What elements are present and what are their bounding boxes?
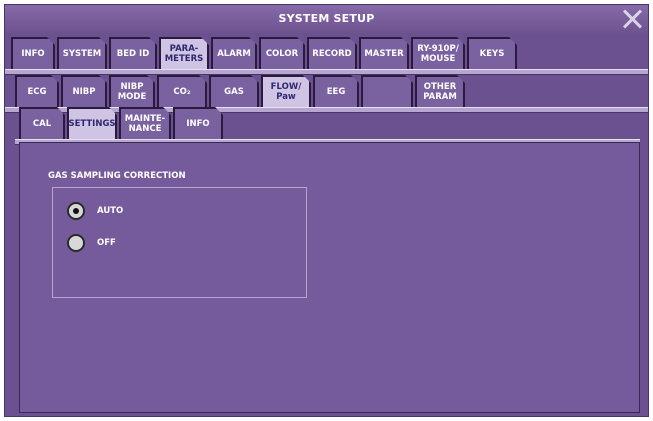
system-setup-window: SYSTEM SETUP INFO SYSTEM BED ID PARA- ME…	[4, 4, 649, 417]
tab-master[interactable]: MASTER	[359, 37, 409, 69]
tab-system[interactable]: SYSTEM	[57, 37, 107, 69]
tab-bed-id[interactable]: BED ID	[109, 37, 157, 69]
tab-record[interactable]: RECORD	[307, 37, 357, 69]
tab-nibp[interactable]: NIBP	[61, 75, 107, 107]
gas-sampling-title: GAS SAMPLING CORRECTION	[48, 171, 186, 181]
tab-other-param[interactable]: OTHER PARAM	[415, 75, 465, 107]
tab-blank[interactable]	[361, 75, 413, 107]
tab-cal[interactable]: CAL	[19, 107, 65, 139]
tab-flow-info[interactable]: INFO	[173, 107, 223, 139]
tab-maintenance[interactable]: MAINTE- NANCE	[119, 107, 171, 139]
tab-eeg[interactable]: EEG	[313, 75, 359, 107]
tab-color[interactable]: COLOR	[259, 37, 305, 69]
window-title: SYSTEM SETUP	[278, 12, 375, 25]
tab-nibp-mode[interactable]: NIBP MODE	[109, 75, 155, 107]
tab-parameters[interactable]: PARA- METERS	[159, 37, 209, 69]
tab-ry910p-mouse[interactable]: RY-910P/ MOUSE	[411, 37, 465, 69]
radio-auto-label: AUTO	[97, 206, 124, 216]
radio-auto-row[interactable]: AUTO	[67, 202, 123, 220]
close-icon[interactable]	[620, 7, 644, 31]
tab-row-flow: CAL SETTINGS MAINTE- NANCE INFO	[19, 107, 225, 139]
tab-co2[interactable]: CO₂	[157, 75, 207, 107]
tab-keys[interactable]: KEYS	[467, 37, 517, 69]
tab-flow-paw[interactable]: FLOW/ Paw	[261, 75, 311, 107]
tab-gas[interactable]: GAS	[209, 75, 259, 107]
radio-off[interactable]	[67, 234, 85, 252]
settings-panel: GAS SAMPLING CORRECTION AUTO OFF	[19, 142, 640, 413]
tab-row-main: INFO SYSTEM BED ID PARA- METERS ALARM CO…	[11, 37, 519, 69]
title-bar: SYSTEM SETUP	[5, 5, 648, 33]
tab-info[interactable]: INFO	[11, 37, 55, 69]
radio-off-label: OFF	[97, 238, 116, 248]
radio-off-row[interactable]: OFF	[67, 234, 116, 252]
radio-auto[interactable]	[67, 202, 85, 220]
tab-alarm[interactable]: ALARM	[211, 37, 257, 69]
tab-row-parameters: ECG NIBP NIBP MODE CO₂ GAS FLOW/ Paw EEG…	[15, 75, 467, 107]
tab-ecg[interactable]: ECG	[15, 75, 59, 107]
tab-settings[interactable]: SETTINGS	[67, 107, 117, 139]
gas-sampling-group: AUTO OFF	[52, 187, 307, 298]
